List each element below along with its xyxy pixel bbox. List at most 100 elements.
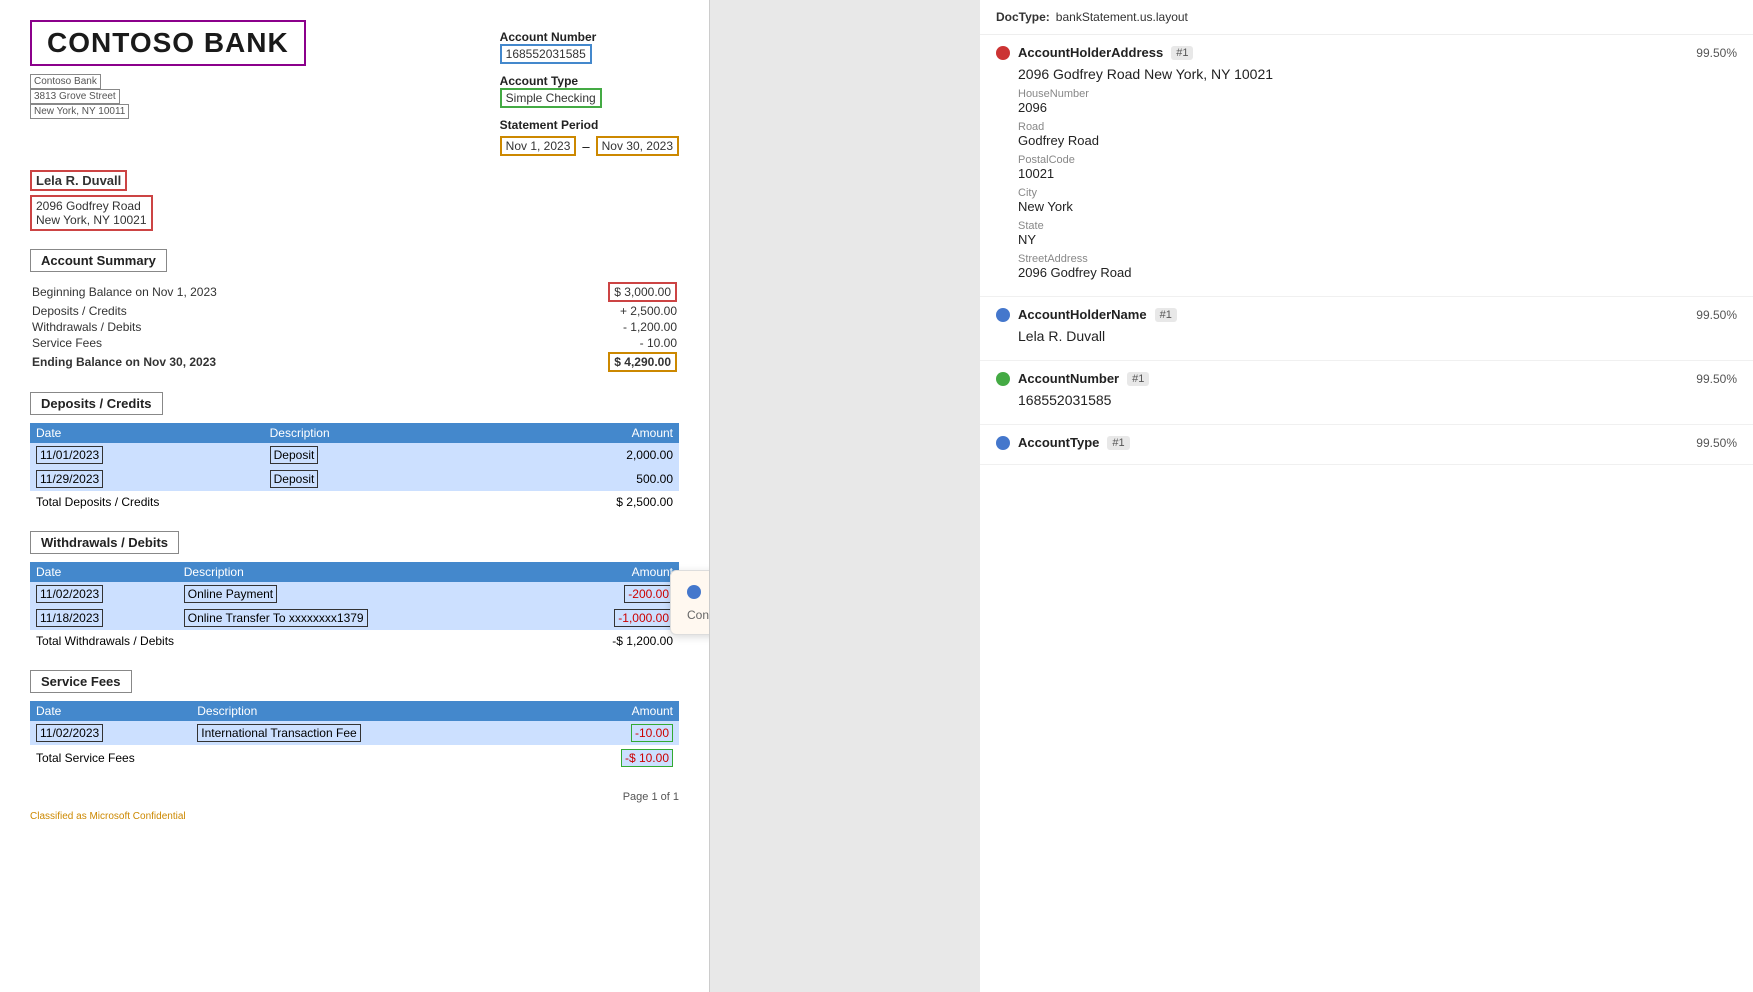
period-end: Nov 30, 2023 [596, 136, 679, 156]
summary-row-fees: Service Fees - 10.00 [32, 336, 677, 350]
account-summary-title: Account Summary [30, 249, 167, 272]
fees-total-row: Total Service Fees -$ 10.00 [30, 745, 679, 771]
bank-logo: CONTOSO BANK [30, 20, 306, 66]
summary-row-withdrawals: Withdrawals / Debits - 1,200.00 [32, 320, 677, 334]
right-panel: DocType: bankStatement.us.layout Account… [980, 0, 1753, 992]
sub-house-number: HouseNumber 2096 [1018, 88, 1737, 115]
summary-row-beginning: Beginning Balance on Nov 1, 2023 $ 3,000… [32, 282, 677, 302]
holder-addr2: New York, NY 10021 [36, 213, 147, 227]
bank-company: Contoso Bank [30, 74, 101, 89]
summary-label-fees: Service Fees [32, 336, 507, 350]
prop-dot-accttype [996, 436, 1010, 450]
account-type-label: Account Type [500, 74, 679, 88]
withdrawals-title: Withdrawals / Debits [30, 531, 179, 554]
middle-panel [710, 0, 980, 992]
account-number-label: Account Number [500, 30, 679, 44]
prop-confidence-holdername: 99.50% [1696, 308, 1737, 322]
prop-account-holder-name: AccountHolderName #1 99.50% Lela R. Duva… [980, 297, 1753, 361]
sub-value-city: New York [1018, 199, 1737, 214]
deposit-amount-2: 500.00 [476, 467, 679, 491]
prop-dot-acctnum [996, 372, 1010, 386]
prop-account-number: AccountNumber #1 99.50% 168552031585 [980, 361, 1753, 425]
deposits-col-desc: Description [264, 423, 477, 443]
prop-account-holder-address: AccountHolderAddress #1 99.50% 2096 Godf… [980, 35, 1753, 297]
summary-table: Beginning Balance on Nov 1, 2023 $ 3,000… [30, 280, 679, 374]
fee-desc-1: International Transaction Fee [191, 721, 548, 745]
prop-confidence-acctnum: 99.50% [1696, 372, 1737, 386]
sub-street-address: StreetAddress 2096 Godfrey Road [1018, 253, 1737, 280]
withdrawals-total-row: Total Withdrawals / Debits -$ 1,200.00 [30, 630, 679, 652]
prop-badge-accttype: #1 [1107, 436, 1129, 450]
fees-total-label: Total Service Fees [30, 745, 549, 771]
period-start: Nov 1, 2023 [500, 136, 577, 156]
summary-label-ending: Ending Balance on Nov 30, 2023 [32, 352, 507, 372]
deposit-row-2: 11/29/2023 Deposit 500.00 [30, 467, 679, 491]
withdrawal-desc-1: Online Payment [178, 582, 544, 606]
fee-amount-1: -10.00 [549, 721, 679, 745]
bank-logo-text: CONTOSO BANK [47, 27, 289, 58]
period-dash: – [582, 139, 589, 154]
withdrawal-desc-2: Online Transfer To xxxxxxxx1379 [178, 606, 544, 630]
account-info-right: Account Number 168552031585 Account Type… [500, 30, 679, 156]
prop-badge-acctnum: #1 [1127, 372, 1149, 386]
holder-name: Lela R. Duvall [30, 170, 127, 191]
deposits-section: Deposits / Credits Date Description Amou… [30, 392, 679, 513]
prop-value-address: 2096 Godfrey Road New York, NY 10021 [996, 64, 1737, 88]
fees-total-amount: -$ 10.00 [549, 745, 679, 771]
fees-col-amount: Amount [549, 701, 679, 721]
sub-postal-code: PostalCode 10021 [1018, 154, 1737, 181]
sub-value-postal: 10021 [1018, 166, 1737, 181]
service-fees-title: Service Fees [30, 670, 132, 693]
sub-value-house: 2096 [1018, 100, 1737, 115]
deposit-row-1: 11/01/2023 Deposit 2,000.00 [30, 443, 679, 467]
withdrawal-row-2: 11/18/2023 Online Transfer To xxxxxxxx13… [30, 606, 679, 630]
confidential-label: Classified as Microsoft Confidential [30, 811, 679, 822]
statement-period-row: Nov 1, 2023 – Nov 30, 2023 [500, 136, 679, 156]
transactions-tooltip: Transactions Content 11/02/2023 Online P… [670, 570, 710, 635]
summary-amount-beginning: $ 3,000.00 [509, 282, 677, 302]
holder-block: Lela R. Duvall 2096 Godfrey Road New Yor… [30, 170, 679, 231]
prop-value-acctnum: 168552031585 [996, 390, 1737, 414]
bank-address: Contoso Bank 3813 Grove Street New York,… [30, 74, 306, 119]
prop-badge-address: #1 [1171, 46, 1193, 60]
page-number: Page 1 of 1 [30, 791, 679, 803]
prop-dot-address [996, 46, 1010, 60]
sub-label-road: Road [1018, 121, 1737, 133]
withdrawal-amount-1: -200.00 [543, 582, 679, 606]
bank-addr1: 3813 Grove Street [30, 89, 120, 104]
doctype-key: DocType: [996, 10, 1050, 24]
service-fees-section: Service Fees Date Description Amount 11/… [30, 670, 679, 771]
summary-label-beginning: Beginning Balance on Nov 1, 2023 [32, 282, 507, 302]
sub-label-postal: PostalCode [1018, 154, 1737, 166]
account-number-value: 168552031585 [500, 44, 592, 64]
prop-account-type: AccountType #1 99.50% [980, 425, 1753, 465]
prop-confidence-address: 99.50% [1696, 46, 1737, 60]
fees-col-desc: Description [191, 701, 548, 721]
summary-amount-ending: $ 4,290.00 [509, 352, 677, 372]
sub-state: State NY [1018, 220, 1737, 247]
summary-row-deposits: Deposits / Credits + 2,500.00 [32, 304, 677, 318]
account-summary-section: Account Summary Beginning Balance on Nov… [30, 249, 679, 374]
prop-name-address: AccountHolderAddress [1018, 45, 1163, 60]
sub-value-street: 2096 Godfrey Road [1018, 265, 1737, 280]
deposit-amount-1: 2,000.00 [476, 443, 679, 467]
prop-title-left-acctnum: AccountNumber #1 [996, 371, 1149, 386]
beginning-balance-box: $ 3,000.00 [608, 282, 677, 302]
prop-name-acctnum: AccountNumber [1018, 371, 1119, 386]
withdrawal-date-1: 11/02/2023 [30, 582, 178, 606]
sub-label-state: State [1018, 220, 1737, 232]
account-type-value: Simple Checking [500, 88, 602, 108]
doctype-header: DocType: bankStatement.us.layout [980, 0, 1753, 35]
deposits-total-amount: $ 2,500.00 [476, 491, 679, 513]
sub-value-state: NY [1018, 232, 1737, 247]
deposits-total-row: Total Deposits / Credits $ 2,500.00 [30, 491, 679, 513]
withdrawal-amount-2: -1,000.00 [543, 606, 679, 630]
deposit-desc-1: Deposit [264, 443, 477, 467]
service-fees-table: Date Description Amount 11/02/2023 Inter… [30, 701, 679, 771]
statement-period-label: Statement Period [500, 118, 679, 132]
fee-row-1: 11/02/2023 International Transaction Fee… [30, 721, 679, 745]
summary-amount-fees: - 10.00 [509, 336, 677, 350]
withdrawals-col-date: Date [30, 562, 178, 582]
sub-label-street: StreetAddress [1018, 253, 1737, 265]
deposits-col-date: Date [30, 423, 264, 443]
